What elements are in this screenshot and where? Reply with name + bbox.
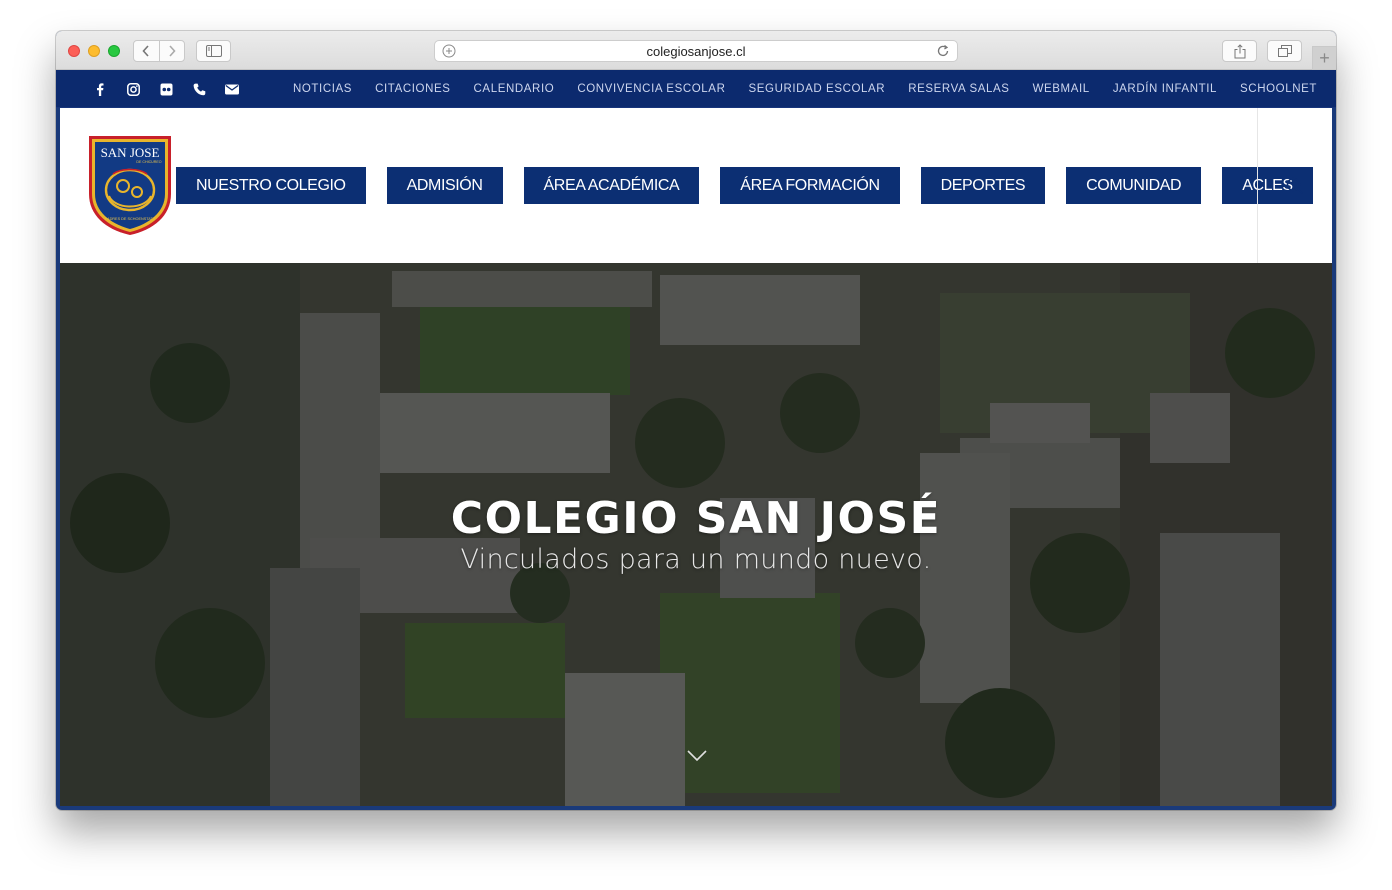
nav-comunidad[interactable]: COMUNIDAD [1066,167,1202,204]
logo-name: SAN JOSE [101,145,160,160]
minimize-window-button[interactable] [88,45,100,57]
top-link-jardin-infantil[interactable]: JARDÍN INFANTIL [1113,83,1217,95]
top-utility-bar: NOTICIAS CITACIONES CALENDARIO CONVIVENC… [56,70,1336,108]
search-button[interactable] [1257,108,1332,263]
nav-deportes[interactable]: DEPORTES [920,167,1046,204]
main-navigation: NUESTRO COLEGIO ADMISIÓN ÁREA ACADÉMICA … [176,167,1313,204]
top-link-calendario[interactable]: CALENDARIO [474,83,555,95]
school-logo[interactable]: SAN JOSE DE CHICUREO PADRES DE SCHOENSTA… [87,134,173,236]
top-link-convivencia-escolar[interactable]: CONVIVENCIA ESCOLAR [577,83,725,95]
forward-button[interactable] [158,41,185,61]
tab-overview-button[interactable] [1267,40,1302,62]
chevron-down-icon[interactable] [686,749,708,763]
top-link-seguridad-escolar[interactable]: SEGURIDAD ESCOLAR [748,83,885,95]
url-text: colegiosanjose.cl [646,43,746,59]
browser-window: colegiosanjose.cl + NOTICIAS CITACIONES … [56,31,1336,810]
top-link-schoolnet[interactable]: SCHOOLNET [1240,83,1317,95]
site-header: SAN JOSE DE CHICUREO PADRES DE SCHOENSTA… [60,108,1332,263]
new-tab-button[interactable]: + [1312,46,1336,70]
top-links: NOTICIAS CITACIONES CALENDARIO CONVIVENC… [293,70,1317,108]
phone-icon[interactable] [191,81,207,97]
top-link-reserva-salas[interactable]: RESERVA SALAS [908,83,1009,95]
email-icon[interactable] [224,81,240,97]
browser-toolbar: colegiosanjose.cl + [56,31,1336,70]
facebook-icon[interactable] [92,81,108,97]
reload-icon[interactable] [936,44,950,58]
nav-area-academica[interactable]: ÁREA ACADÉMICA [523,167,700,204]
chevron-right-icon [169,45,176,57]
zoom-window-button[interactable] [108,45,120,57]
close-window-button[interactable] [68,45,80,57]
back-button[interactable] [134,41,159,61]
hero-subtitle: Vinculados para un mundo nuevo. [460,544,932,575]
instagram-icon[interactable] [125,81,141,97]
nav-admision[interactable]: ADMISIÓN [386,167,503,204]
add-page-icon[interactable] [442,44,456,58]
address-bar[interactable]: colegiosanjose.cl [434,40,958,62]
hero-banner: COLEGIO SAN JOSÉ Vinculados para un mund… [60,263,1332,806]
tabs-icon [1277,45,1292,57]
sidebar-button[interactable] [196,40,231,62]
share-icon [1234,43,1245,58]
social-links [92,70,240,108]
nav-nuestro-colegio[interactable]: NUESTRO COLEGIO [176,167,366,204]
top-link-webmail[interactable]: WEBMAIL [1033,83,1090,95]
hero-title: COLEGIO SAN JOSÉ [450,493,942,544]
logo-motto: PADRES DE SCHOENSTATT [105,217,156,221]
sidebar-icon [205,45,222,57]
flickr-icon[interactable] [158,81,174,97]
search-icon [1286,177,1304,194]
share-button[interactable] [1222,40,1257,62]
logo-sub: DE CHICUREO [136,160,161,164]
nav-area-formacion[interactable]: ÁREA FORMACIÓN [720,167,900,204]
history-nav [133,40,185,62]
chevron-left-icon [142,45,149,57]
top-link-citaciones[interactable]: CITACIONES [375,83,450,95]
top-link-noticias[interactable]: NOTICIAS [293,83,352,95]
